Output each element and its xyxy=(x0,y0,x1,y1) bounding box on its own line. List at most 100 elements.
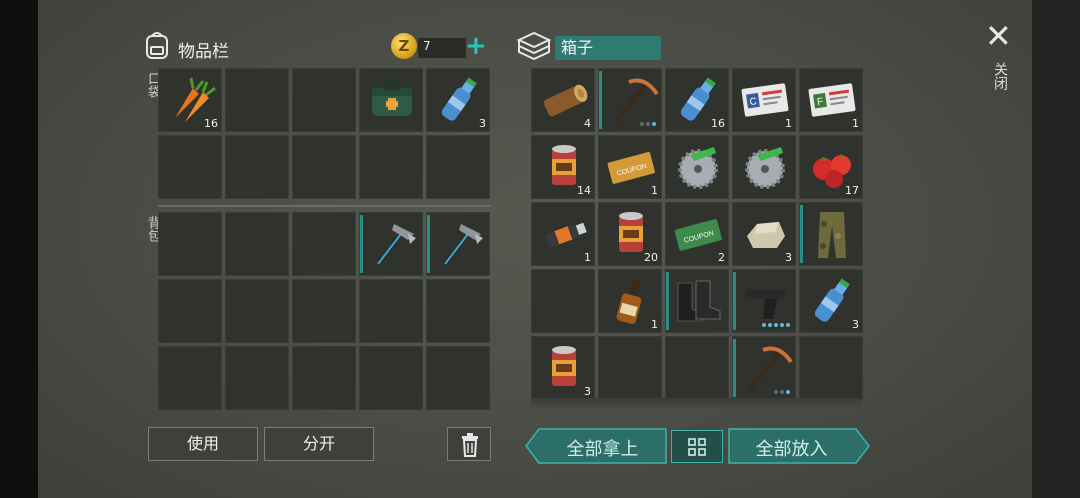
use-button[interactable]: 使用 xyxy=(148,427,258,461)
item-quantity: 3 xyxy=(584,385,591,398)
item-quantity: 1 xyxy=(584,251,591,264)
pocket-slot[interactable] xyxy=(359,68,423,132)
inventory-title: 物品栏 xyxy=(178,42,229,62)
pocket-slot[interactable] xyxy=(292,68,356,132)
backpack-slot[interactable] xyxy=(292,279,356,343)
upgrade-dots xyxy=(640,122,656,126)
item-quantity: 1 xyxy=(785,117,792,130)
pistol-icon xyxy=(737,273,793,329)
backpack-slot[interactable] xyxy=(292,212,356,276)
backpack-slot[interactable] xyxy=(158,279,222,343)
sort-grid-button[interactable] xyxy=(671,430,723,463)
pocket-slot[interactable] xyxy=(225,135,289,199)
chest-slot[interactable] xyxy=(732,269,796,333)
pickaxe-icon xyxy=(603,72,659,128)
pocket-slot[interactable] xyxy=(158,135,222,199)
item-quantity: 3 xyxy=(852,318,859,331)
chest-slot[interactable] xyxy=(732,336,796,400)
upgrade-dots xyxy=(774,390,790,394)
chest-slot[interactable] xyxy=(665,336,729,400)
chest-slot[interactable]: COUPON 1 xyxy=(598,135,662,199)
chest-slot[interactable] xyxy=(799,202,863,266)
screen-edge xyxy=(1032,0,1080,498)
close-label[interactable]: 关闭 xyxy=(990,62,1010,90)
item-quantity: 1 xyxy=(651,318,658,331)
chest-slot[interactable]: 1 xyxy=(598,269,662,333)
chest-slot[interactable]: 20 xyxy=(598,202,662,266)
pocket-slot[interactable] xyxy=(426,135,490,199)
chest-slot[interactable] xyxy=(598,68,662,132)
chest-title: 箱子 xyxy=(555,36,661,60)
chest-icon xyxy=(516,30,552,60)
durability-bar xyxy=(427,215,430,273)
durability-bar xyxy=(800,205,803,263)
chest-grid: 4 16 C 1 F 1 14 COUPON 1 17 1 20 COUPON … xyxy=(531,68,863,400)
pocket-slot[interactable]: 3 xyxy=(426,68,490,132)
chest-slot[interactable] xyxy=(665,269,729,333)
chest-slot[interactable]: 17 xyxy=(799,135,863,199)
trash-icon xyxy=(460,433,480,457)
coin-count: 7 xyxy=(423,39,431,53)
pocket-slot[interactable] xyxy=(359,135,423,199)
chest-slot[interactable]: 3 xyxy=(732,202,796,266)
pickaxe-icon xyxy=(737,340,793,396)
saw-blade-icon xyxy=(670,139,726,195)
trash-button[interactable] xyxy=(447,427,491,461)
chest-slot[interactable] xyxy=(799,336,863,400)
backpack-slot[interactable] xyxy=(158,212,222,276)
pocket-slot[interactable]: 16 xyxy=(158,68,222,132)
backpack-slot[interactable] xyxy=(359,279,423,343)
backpack-slot[interactable] xyxy=(426,279,490,343)
item-quantity: 3 xyxy=(785,251,792,264)
hatchet-icon xyxy=(364,216,420,272)
close-icon[interactable]: ✕ xyxy=(985,20,1012,52)
chest-slot[interactable]: C 1 xyxy=(732,68,796,132)
backpack-grid xyxy=(158,212,490,410)
item-quantity: 16 xyxy=(711,117,725,130)
item-quantity: 2 xyxy=(718,251,725,264)
pocket-slot[interactable] xyxy=(225,68,289,132)
put-all-button[interactable]: 全部放入 xyxy=(728,428,870,464)
chest-slot[interactable] xyxy=(531,269,595,333)
chest-slot[interactable] xyxy=(732,135,796,199)
durability-bar xyxy=(666,272,669,330)
chest-slot[interactable]: 14 xyxy=(531,135,595,199)
chest-slot[interactable]: 16 xyxy=(665,68,729,132)
medkit-bag-icon xyxy=(364,72,420,128)
pocket-slot[interactable] xyxy=(292,135,356,199)
boots-icon xyxy=(670,273,726,329)
backpack-slot[interactable] xyxy=(225,279,289,343)
chest-slot[interactable]: 3 xyxy=(799,269,863,333)
chest-slot[interactable]: F 1 xyxy=(799,68,863,132)
backpack-slot[interactable] xyxy=(225,346,289,410)
backpack-slot[interactable] xyxy=(292,346,356,410)
hatchet-icon xyxy=(431,216,487,272)
backpack-slot[interactable] xyxy=(426,212,490,276)
item-quantity: 4 xyxy=(584,117,591,130)
chest-slot[interactable]: 1 xyxy=(531,202,595,266)
split-button[interactable]: 分开 xyxy=(264,427,374,461)
backpack-slot[interactable] xyxy=(158,346,222,410)
durability-bar xyxy=(733,339,736,397)
item-quantity: 14 xyxy=(577,184,591,197)
item-quantity: 16 xyxy=(204,117,218,130)
backpack-slot[interactable] xyxy=(359,346,423,410)
take-all-button[interactable]: 全部拿上 xyxy=(525,428,667,464)
item-quantity: 1 xyxy=(651,184,658,197)
backpack-slot[interactable] xyxy=(426,346,490,410)
chest-slot[interactable]: 4 xyxy=(531,68,595,132)
chest-slot[interactable] xyxy=(598,336,662,400)
add-coins-button[interactable]: + xyxy=(465,33,487,59)
chest-slot[interactable] xyxy=(665,135,729,199)
item-quantity: 20 xyxy=(644,251,658,264)
coin-icon: Z xyxy=(391,33,417,59)
item-quantity: 3 xyxy=(479,117,486,130)
chest-slot[interactable]: COUPON 2 xyxy=(665,202,729,266)
section-divider xyxy=(158,205,491,207)
grid-icon xyxy=(688,438,706,456)
svg-text:C: C xyxy=(749,96,758,108)
backpack-slot[interactable] xyxy=(359,212,423,276)
take-all-label: 全部拿上 xyxy=(566,439,639,460)
chest-slot[interactable]: 3 xyxy=(531,336,595,400)
backpack-slot[interactable] xyxy=(225,212,289,276)
